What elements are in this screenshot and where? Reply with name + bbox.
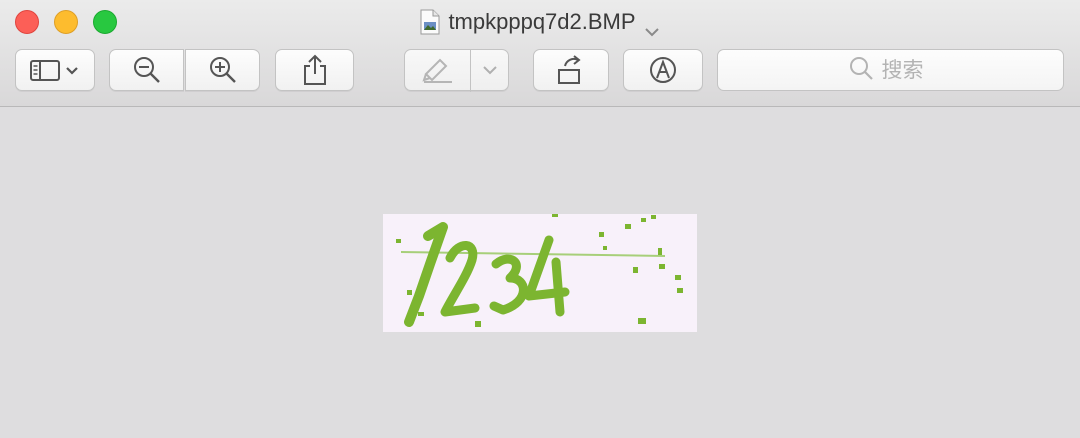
share-icon <box>302 54 328 86</box>
zoom-out-button[interactable] <box>109 49 184 91</box>
preview-window: tmpkpppq7d2.BMP <box>0 0 1080 438</box>
sidebar-icon <box>29 58 81 82</box>
chevron-down-icon[interactable] <box>644 17 660 37</box>
digit-1 <box>404 222 448 327</box>
chevron-down-icon <box>482 65 498 75</box>
sidebar-view-button[interactable] <box>15 49 95 91</box>
captcha-image <box>383 214 697 332</box>
zoom-out-icon <box>132 55 162 85</box>
markup-pen-button[interactable] <box>404 49 471 91</box>
markup-icon <box>648 55 678 85</box>
rotate-button[interactable] <box>533 49 609 91</box>
markup-menu-button[interactable] <box>470 49 509 91</box>
rotate-icon <box>556 54 586 86</box>
zoom-in-icon <box>208 55 238 85</box>
toolbar: tmpkpppq7d2.BMP <box>0 0 1080 107</box>
digit-2 <box>440 241 480 317</box>
search-icon <box>848 55 874 86</box>
document-icon <box>420 9 440 35</box>
window-title-area[interactable]: tmpkpppq7d2.BMP <box>0 8 1080 37</box>
share-button[interactable] <box>275 49 354 91</box>
search-input[interactable] <box>881 58 934 82</box>
pen-icon <box>421 56 454 84</box>
window-title: tmpkpppq7d2.BMP <box>448 9 636 34</box>
zoom-in-button[interactable] <box>185 49 260 91</box>
digit-3 <box>489 254 528 315</box>
search-field[interactable] <box>717 49 1064 91</box>
annotate-button[interactable] <box>623 49 703 91</box>
digit-4 <box>524 235 570 317</box>
